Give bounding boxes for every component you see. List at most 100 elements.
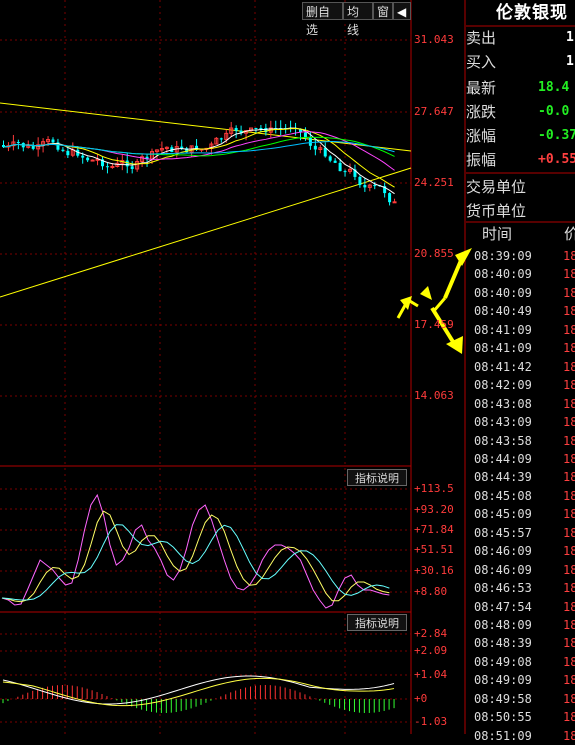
- indicator-axis-label: +30.16: [414, 564, 454, 577]
- candle-body: [16, 141, 20, 143]
- trade-price: 18: [563, 507, 575, 522]
- candle-body: [81, 155, 85, 158]
- quote-row: 最新 18.4: [466, 76, 575, 100]
- macd-dea-line: [2, 677, 395, 707]
- candle-body: [254, 128, 258, 129]
- trade-time: 08:46:09: [474, 544, 532, 559]
- price-axis-label: 27.647: [414, 105, 454, 118]
- trade-row: 08:40:09 18: [466, 265, 575, 283]
- trade-price: 18: [563, 322, 575, 337]
- indicator-axis-label: -1.03: [414, 715, 448, 728]
- quote-row: 交易单位: [466, 175, 575, 199]
- candle-body: [86, 157, 90, 161]
- trade-time: 08:49:09: [474, 673, 532, 688]
- price-axis-label: 31.043: [414, 33, 454, 46]
- trade-price: 18: [563, 415, 575, 430]
- candle-body: [338, 162, 342, 172]
- trade-time: 08:40:09: [474, 267, 532, 282]
- trade-price: 18: [563, 599, 575, 614]
- indicator-axis-label: +113.5: [414, 482, 454, 495]
- moving-average-button[interactable]: 均线: [343, 2, 373, 37]
- trade-price: 18: [563, 544, 575, 559]
- indicator-axis-label: +51.51: [414, 543, 454, 556]
- trade-row: 08:43:08 18: [466, 395, 575, 413]
- instrument-title: 伦敦银现: [496, 3, 568, 23]
- trade-price: 18: [563, 396, 575, 411]
- trendline-upper: [0, 102, 412, 152]
- trade-time: 08:41:42: [474, 359, 532, 374]
- trade-row: 08:48:09 18: [466, 616, 575, 634]
- delete-self-select-button[interactable]: 删自选: [302, 2, 343, 37]
- arrow-annotation: [420, 286, 432, 300]
- arrow-left-icon[interactable]: ◀: [393, 2, 411, 20]
- trade-time: 08:43:09: [474, 415, 532, 430]
- quote-label: 卖出: [466, 29, 497, 47]
- trade-price: 18: [563, 451, 575, 466]
- indicator-axis-label: +0: [414, 692, 428, 705]
- trade-row: 08:41:09 18: [466, 339, 575, 357]
- quote-label: 买入: [466, 53, 497, 71]
- trade-price: 18: [563, 249, 575, 263]
- trade-price: 18: [563, 470, 575, 485]
- candle-body: [219, 138, 223, 140]
- ma20-line: [3, 131, 395, 171]
- candle-body: [105, 166, 109, 168]
- trade-time: 08:39:09: [474, 249, 532, 263]
- trade-time: 08:47:54: [474, 599, 532, 614]
- quote-value: 18.4: [538, 80, 570, 95]
- candle-body: [125, 160, 129, 167]
- ma30-line: [3, 136, 395, 157]
- trade-time: 08:48:39: [474, 636, 532, 651]
- candle-body: [328, 156, 332, 161]
- trade-row: 08:45:57 18: [466, 524, 575, 542]
- quote-row: 卖出 1: [466, 26, 575, 50]
- candle-body: [180, 146, 184, 149]
- trade-row: 08:39:09 18: [466, 247, 575, 265]
- quote-row: 买入 1: [466, 50, 575, 74]
- trade-row: 08:46:09 18: [466, 561, 575, 579]
- candle-body: [66, 150, 70, 156]
- trade-list-header: 时间 价: [466, 225, 575, 243]
- price-axis-label: 17.459: [414, 318, 454, 331]
- trendline-lower: [0, 167, 412, 298]
- trade-time: 08:41:09: [474, 341, 532, 356]
- indicator-axis-label: +2.09: [414, 644, 448, 657]
- quote-label: 涨幅: [466, 127, 497, 145]
- indicator-help-button[interactable]: 指标说明: [347, 614, 407, 631]
- indicator-d-line: [1, 524, 390, 601]
- quote-row: 货币单位: [466, 199, 575, 223]
- indicator-k-line: [1, 510, 390, 603]
- ma40-line: [3, 141, 395, 155]
- trade-time: 08:43:58: [474, 433, 532, 448]
- trade-row: 08:48:39 18: [466, 634, 575, 652]
- trade-row: 08:49:08 18: [466, 653, 575, 671]
- trade-row: 08:41:09 18: [466, 321, 575, 339]
- trade-row: 08:47:54 18: [466, 598, 575, 616]
- trade-price: 18: [563, 710, 575, 725]
- candle-body: [110, 165, 115, 168]
- quote-row: 涨幅 -0.37: [466, 124, 575, 148]
- quote-label: 交易单位: [466, 178, 527, 196]
- trade-time: 08:42:09: [474, 378, 532, 393]
- indicator-j-line: [1, 493, 390, 609]
- quote-value: +0.55: [538, 152, 575, 167]
- trade-price: 18: [563, 488, 575, 503]
- trade-time: 08:44:39: [474, 470, 532, 485]
- quote-label: 货币单位: [466, 202, 527, 220]
- candle-body: [259, 128, 263, 129]
- quote-row: 振幅 +0.55: [466, 148, 575, 172]
- trade-row: 08:46:09 18: [466, 542, 575, 560]
- indicator-axis-label: +93.20: [414, 503, 454, 516]
- trade-row: 08:43:58 18: [466, 432, 575, 450]
- window-button[interactable]: 窗: [373, 2, 393, 20]
- trade-time: 08:45:57: [474, 525, 532, 540]
- trade-row: 08:49:58 18: [466, 690, 575, 708]
- trade-row: 08:44:09 18: [466, 450, 575, 468]
- indicator-help-button[interactable]: 指标说明: [347, 469, 407, 486]
- trade-price: 18: [563, 562, 575, 577]
- trade-row: 08:42:09 18: [466, 376, 575, 394]
- trade-time: 08:49:08: [474, 654, 532, 669]
- trade-time: 08:41:09: [474, 322, 532, 337]
- trade-time: 08:45:09: [474, 507, 532, 522]
- trade-price: 18: [563, 673, 575, 688]
